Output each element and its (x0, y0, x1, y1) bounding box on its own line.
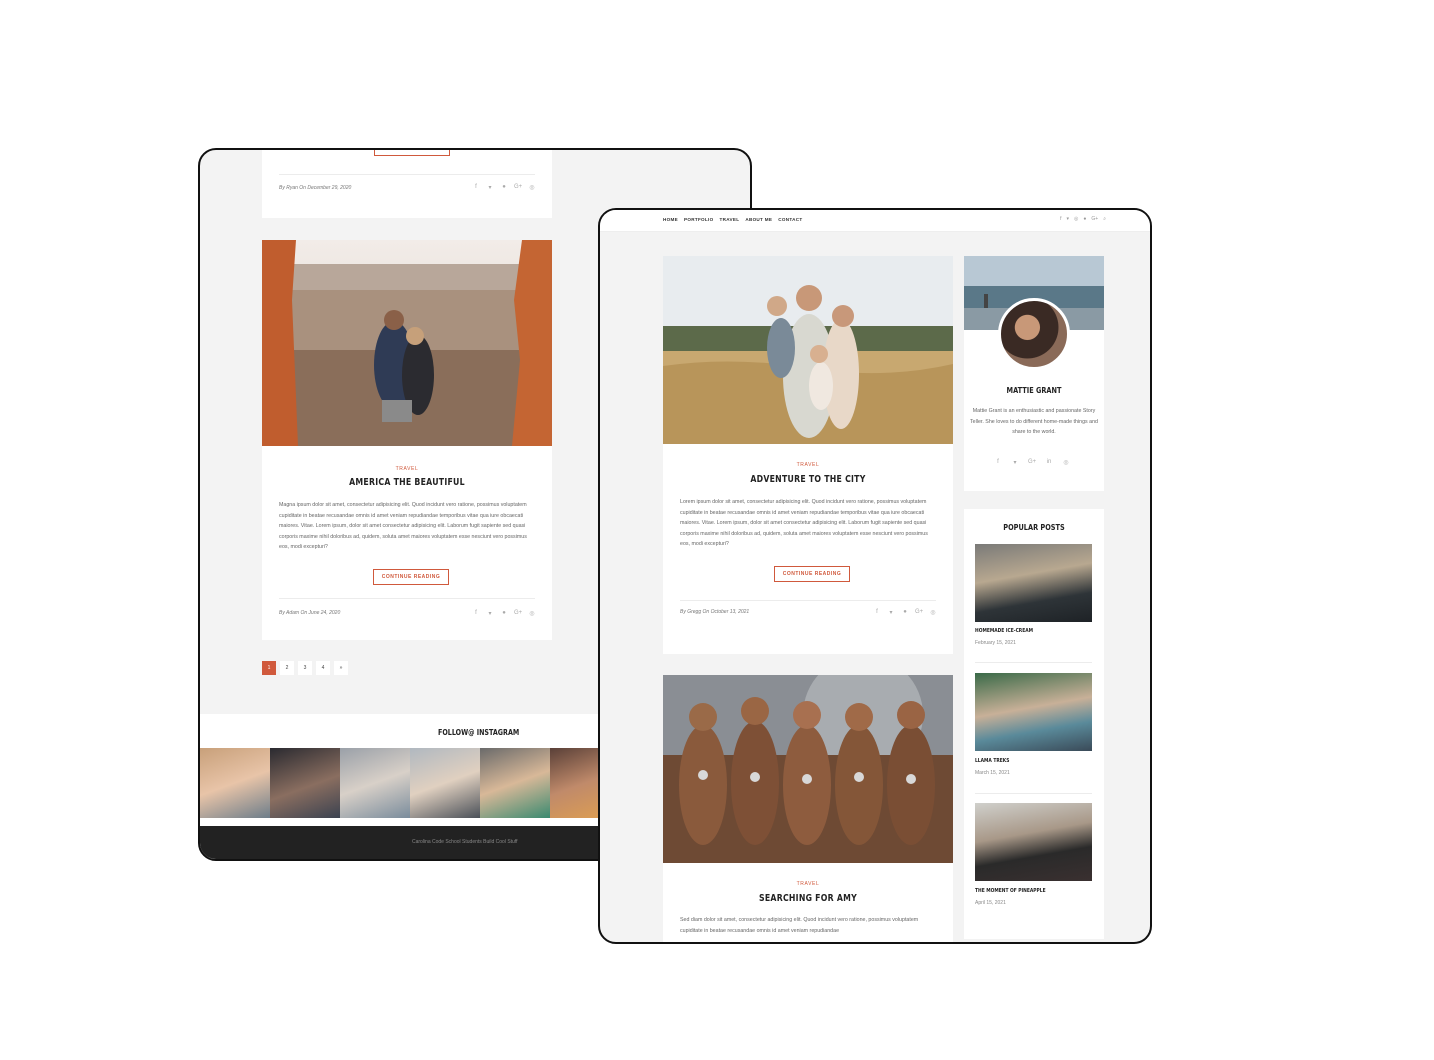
share-icons: f ▾ ● G+ ◎ (472, 184, 536, 191)
post-image[interactable] (663, 675, 953, 863)
pinterest-icon[interactable]: ● (901, 609, 909, 616)
nav-contact[interactable]: CONTACT (778, 217, 802, 222)
pagination: 1 2 3 4 » (262, 661, 348, 675)
author-name: MATTIE GRANT (1006, 386, 1062, 395)
popular-posts-heading: POPULAR POSTS (1003, 523, 1065, 532)
author-widget: MATTIE GRANT Mattie Grant is an enthusia… (964, 256, 1104, 491)
post-category[interactable]: TRAVEL (663, 462, 953, 468)
instagram-icon[interactable]: ◎ (528, 184, 536, 191)
facebook-icon[interactable]: f (1060, 216, 1061, 222)
post-byline: By Ryan On December 29, 2020 (279, 185, 352, 191)
popular-post-title[interactable]: HOMEMADE ICE-CREAM (975, 628, 1033, 634)
pinterest-icon[interactable]: ● (1083, 216, 1086, 222)
instagram-icon[interactable]: ◎ (1062, 459, 1070, 466)
post-title[interactable]: ADVENTURE TO THE CITY (689, 474, 927, 485)
post-byline: By Gregg On October 13, 2021 (680, 609, 750, 615)
popular-posts-widget: POPULAR POSTS HOMEMADE ICE-CREAM Februar… (964, 509, 1104, 939)
nav-social-icons: f ▾ ◎ ● G+ ⌕ (1060, 216, 1106, 222)
instagram-icon[interactable]: ◎ (929, 609, 937, 616)
post-card: TRAVEL SEARCHING FOR AMY Sed diam dolor … (663, 675, 953, 942)
post-card: TRAVEL ADVENTURE TO THE CITY Lorem ipsum… (663, 256, 953, 654)
nav-travel[interactable]: TRAVEL (719, 217, 739, 222)
divider (279, 598, 535, 599)
instagram-heading: FOLLOW@ INSTAGRAM (438, 728, 520, 737)
google-plus-icon[interactable]: G+ (514, 184, 522, 191)
continue-reading-button[interactable]: CONTINUE READING (374, 150, 450, 156)
post-image[interactable] (262, 240, 552, 446)
twitter-icon[interactable]: ▾ (1066, 216, 1069, 222)
nav-menu: HOME PORTFOLIO TRAVEL ABOUT ME CONTACT (663, 217, 802, 222)
twitter-icon[interactable]: ▾ (486, 184, 494, 191)
instagram-photo[interactable] (270, 748, 340, 818)
popular-post-title[interactable]: LLAMA TREKS (975, 758, 1009, 764)
pinterest-icon[interactable]: ● (500, 184, 508, 191)
front-device-screen: HOME PORTFOLIO TRAVEL ABOUT ME CONTACT f… (598, 208, 1152, 944)
popular-post-image[interactable] (975, 673, 1092, 751)
post-card: TRAVEL AMERICA THE BEAUTIFUL Magna ipsum… (262, 240, 552, 640)
footer-text: Carolina Code School Students Build Cool… (412, 839, 518, 845)
share-icons: f ▾ ● G+ ◎ (472, 610, 536, 617)
divider (279, 174, 535, 175)
top-navbar: HOME PORTFOLIO TRAVEL ABOUT ME CONTACT f… (600, 210, 1150, 232)
page-1-button[interactable]: 1 (262, 661, 276, 675)
post-title[interactable]: SEARCHING FOR AMY (689, 893, 927, 904)
continue-reading-button[interactable]: CONTINUE READING (373, 569, 449, 585)
popular-post-date: April 15, 2021 (975, 900, 1006, 906)
divider (680, 600, 936, 601)
family-photo (663, 256, 953, 444)
avatar (998, 298, 1070, 370)
google-plus-icon[interactable]: G+ (915, 609, 923, 616)
search-icon[interactable]: ⌕ (1103, 216, 1106, 222)
share-icons: f ▾ ● G+ ◎ (873, 609, 937, 616)
page-4-button[interactable]: 4 (316, 661, 330, 675)
post-title[interactable]: AMERICA THE BEAUTIFUL (288, 477, 526, 488)
post-card-previous: CONTINUE READING By Ryan On December 29,… (262, 150, 552, 218)
nav-about-me[interactable]: ABOUT ME (745, 217, 772, 222)
divider (975, 662, 1092, 663)
author-bio: Mattie Grant is an enthusiastic and pass… (970, 408, 1098, 436)
canyon-photo (262, 240, 552, 446)
page-3-button[interactable]: 3 (298, 661, 312, 675)
nav-portfolio[interactable]: PORTFOLIO (684, 217, 714, 222)
instagram-photo[interactable] (410, 748, 480, 818)
google-plus-icon[interactable]: G+ (1028, 459, 1036, 466)
twitter-icon[interactable]: ▾ (1011, 459, 1019, 466)
facebook-icon[interactable]: f (472, 610, 480, 617)
facebook-icon[interactable]: f (994, 459, 1002, 466)
popular-post-title[interactable]: THE MOMENT OF PINEAPPLE (975, 888, 1046, 894)
post-excerpt: Lorem ipsum dolor sit amet, consectetur … (680, 499, 928, 548)
instagram-icon[interactable]: ◎ (528, 610, 536, 617)
continue-reading-button[interactable]: CONTINUE READING (774, 566, 850, 582)
instagram-photo[interactable] (340, 748, 410, 818)
linkedin-icon[interactable]: in (1045, 459, 1053, 466)
post-byline: By Adam On June 24, 2020 (279, 610, 341, 616)
post-category[interactable]: TRAVEL (663, 881, 953, 887)
nav-home[interactable]: HOME (663, 217, 678, 222)
page-2-button[interactable]: 2 (280, 661, 294, 675)
pinterest-icon[interactable]: ● (500, 610, 508, 617)
post-excerpt: Magna ipsum dolor sit amet, consectetur … (279, 502, 527, 551)
instagram-icon[interactable]: ◎ (1074, 216, 1078, 222)
author-social-icons: f ▾ G+ in ◎ (994, 459, 1070, 466)
popular-post-image[interactable] (975, 544, 1092, 622)
popular-post-date: February 15, 2021 (975, 640, 1016, 646)
google-plus-icon[interactable]: G+ (514, 610, 522, 617)
google-plus-icon[interactable]: G+ (1091, 216, 1098, 222)
instagram-photo[interactable] (200, 748, 270, 818)
popular-post-image[interactable] (975, 803, 1092, 881)
facebook-icon[interactable]: f (873, 609, 881, 616)
instagram-photo[interactable] (480, 748, 550, 818)
facebook-icon[interactable]: f (472, 184, 480, 191)
next-page-button[interactable]: » (334, 661, 348, 675)
twitter-icon[interactable]: ▾ (887, 609, 895, 616)
post-category[interactable]: TRAVEL (262, 466, 552, 472)
divider (975, 793, 1092, 794)
popular-post-date: March 15, 2021 (975, 770, 1010, 776)
mud-run-photo (663, 675, 953, 863)
twitter-icon[interactable]: ▾ (486, 610, 494, 617)
post-image[interactable] (663, 256, 953, 444)
post-excerpt: Sed diam dolor sit amet, consectetur adi… (680, 917, 919, 934)
